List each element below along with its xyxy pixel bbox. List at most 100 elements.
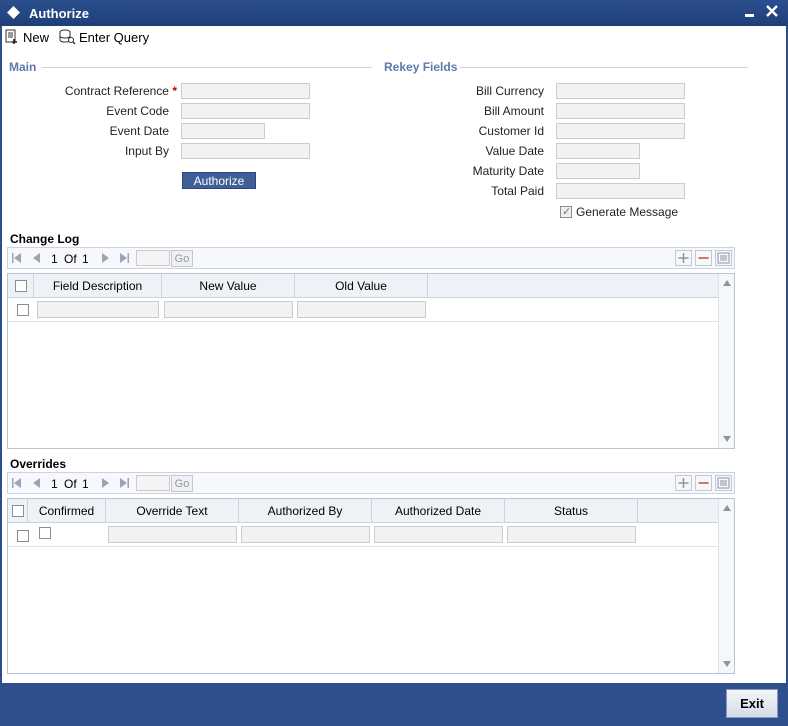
footer-bar: Exit xyxy=(2,683,786,726)
total-paid-label: Total Paid xyxy=(491,184,544,198)
required-asterisk: * xyxy=(172,84,177,98)
exit-button[interactable]: Exit xyxy=(726,689,778,718)
contract-reference-input[interactable] xyxy=(181,83,310,99)
next-page-icon[interactable] xyxy=(100,252,110,264)
overrides-title: Overrides xyxy=(10,457,67,471)
value-date-label: Value Date xyxy=(485,144,544,158)
delete-row-button[interactable] xyxy=(695,475,712,491)
minus-icon xyxy=(698,257,709,259)
page-number-input[interactable] xyxy=(136,250,170,266)
new-button[interactable]: New xyxy=(4,27,49,47)
bill-currency-input[interactable] xyxy=(556,83,685,99)
select-all-column xyxy=(8,274,34,298)
total-pages: 1 xyxy=(82,252,89,266)
authorized-by-cell[interactable] xyxy=(241,526,370,543)
delete-row-button[interactable] xyxy=(695,250,712,266)
current-page: 1 xyxy=(51,252,58,266)
change-log-pager: 1 Of 1 Go xyxy=(7,247,735,269)
event-code-input[interactable] xyxy=(181,103,310,119)
select-all-checkbox[interactable] xyxy=(11,505,24,517)
total-paid-input[interactable] xyxy=(556,183,685,199)
of-label: Of xyxy=(64,252,77,266)
input-by-label: Input By xyxy=(124,144,169,158)
event-date-input[interactable] xyxy=(181,123,265,139)
query-database-icon xyxy=(59,29,76,45)
single-view-button[interactable] xyxy=(715,475,732,491)
first-page-icon[interactable] xyxy=(12,252,22,264)
bill-currency-label: Bill Currency xyxy=(475,84,544,98)
last-page-icon[interactable] xyxy=(119,477,129,489)
maturity-date-input[interactable] xyxy=(556,163,640,179)
column-header: Status xyxy=(505,499,638,523)
last-page-icon[interactable] xyxy=(119,252,129,264)
enter-query-button[interactable]: Enter Query xyxy=(58,27,149,47)
generate-message-checkbox[interactable]: ✓ xyxy=(560,206,572,218)
add-row-button[interactable] xyxy=(675,475,692,491)
change-log-title: Change Log xyxy=(10,232,80,246)
scroll-down-icon[interactable] xyxy=(723,436,731,442)
single-view-button[interactable] xyxy=(715,250,732,266)
new-value-cell[interactable] xyxy=(164,301,293,318)
field-description-cell[interactable] xyxy=(37,301,159,318)
close-icon[interactable] xyxy=(764,3,780,19)
change-log-grid: Field Description New Value Old Value xyxy=(7,273,735,449)
status-cell[interactable] xyxy=(507,526,636,543)
previous-page-icon[interactable] xyxy=(32,477,42,489)
bill-amount-input[interactable] xyxy=(556,103,685,119)
toolbar: New Enter Query xyxy=(2,26,786,48)
previous-page-icon[interactable] xyxy=(32,252,42,264)
scroll-down-icon[interactable] xyxy=(723,661,731,667)
overrides-header-row: Confirmed Override Text Authorized By Au… xyxy=(8,499,718,523)
table-row xyxy=(8,523,718,547)
select-all-column xyxy=(8,499,28,523)
input-by-input[interactable] xyxy=(181,143,310,159)
add-row-button[interactable] xyxy=(675,250,692,266)
authorized-date-cell[interactable] xyxy=(374,526,503,543)
table-row xyxy=(8,298,718,322)
event-code-label: Event Code xyxy=(106,104,169,118)
maturity-date-label: Maturity Date xyxy=(472,164,544,178)
of-label: Of xyxy=(64,477,77,491)
column-header: Field Description xyxy=(34,274,162,298)
customer-id-label: Customer Id xyxy=(478,124,544,138)
scroll-up-icon[interactable] xyxy=(723,280,731,286)
old-value-cell[interactable] xyxy=(297,301,426,318)
page-number-input[interactable] xyxy=(136,475,170,491)
event-date-label: Event Date xyxy=(109,124,169,138)
scroll-up-icon[interactable] xyxy=(723,505,731,511)
overrides-grid: Confirmed Override Text Authorized By Au… xyxy=(7,498,735,674)
column-header: Authorized By xyxy=(239,499,372,523)
first-page-icon[interactable] xyxy=(12,477,22,489)
app-diamond-icon xyxy=(7,6,20,19)
change-log-header-row: Field Description New Value Old Value xyxy=(8,274,718,298)
list-view-icon xyxy=(717,252,730,264)
minimize-icon[interactable] xyxy=(743,8,757,18)
title-bar: Authorize xyxy=(0,0,788,26)
change-log-scrollbar[interactable] xyxy=(718,274,734,448)
plus-icon xyxy=(678,478,689,488)
generate-message-label: Generate Message xyxy=(576,205,679,219)
override-text-cell[interactable] xyxy=(108,526,237,543)
column-header: Override Text xyxy=(106,499,239,523)
authorize-window: Authorize New Enter Query Main Contract … xyxy=(0,0,788,726)
current-page: 1 xyxy=(51,477,58,491)
new-label: New xyxy=(23,29,50,45)
customer-id-input[interactable] xyxy=(556,123,685,139)
window-title: Authorize xyxy=(29,6,89,21)
overrides-scrollbar[interactable] xyxy=(718,499,734,673)
value-date-input[interactable] xyxy=(556,143,640,159)
bill-amount-label: Bill Amount xyxy=(483,104,544,118)
contract-reference-label: Contract Reference * xyxy=(64,84,177,98)
select-all-checkbox[interactable] xyxy=(14,280,27,292)
authorize-button[interactable]: Authorize xyxy=(182,172,256,189)
row-select-checkbox[interactable] xyxy=(17,530,29,542)
confirmed-checkbox[interactable] xyxy=(39,527,51,539)
plus-icon xyxy=(678,253,689,263)
row-select-checkbox[interactable] xyxy=(17,304,29,316)
go-button[interactable]: Go xyxy=(171,475,193,492)
column-header: Old Value xyxy=(295,274,428,298)
go-button[interactable]: Go xyxy=(171,250,193,267)
next-page-icon[interactable] xyxy=(100,477,110,489)
total-pages: 1 xyxy=(82,477,89,491)
column-header: New Value xyxy=(162,274,295,298)
